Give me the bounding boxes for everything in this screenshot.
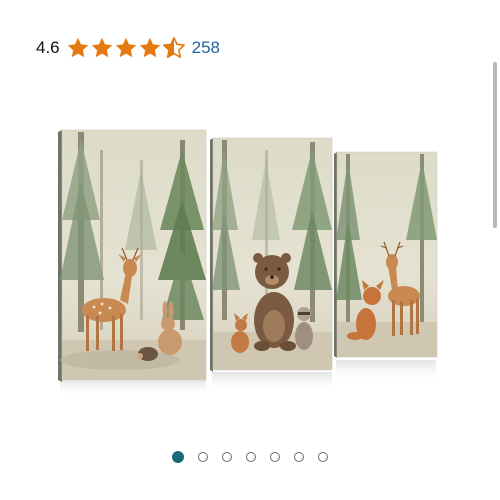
star-full-icon	[115, 37, 136, 58]
star-full-icon	[67, 37, 88, 58]
canvas-panel-left	[58, 129, 207, 382]
image-carousel-indicators	[0, 449, 500, 465]
carousel-dot-1[interactable]	[172, 451, 184, 463]
rating-row[interactable]: 4.6 258	[36, 34, 220, 62]
canvas-panel-center	[210, 137, 333, 372]
review-count-link[interactable]: 258	[192, 38, 220, 58]
star-full-icon	[139, 37, 160, 58]
carousel-dot-4[interactable]	[246, 452, 256, 462]
canvas-panel-right	[334, 151, 438, 358]
carousel-dot-7[interactable]	[318, 452, 328, 462]
product-image[interactable]	[0, 110, 500, 410]
carousel-dot-6[interactable]	[294, 452, 304, 462]
carousel-dot-2[interactable]	[198, 452, 208, 462]
rating-value: 4.6	[36, 38, 60, 57]
carousel-dot-3[interactable]	[222, 452, 232, 462]
star-rating	[66, 36, 186, 60]
star-half-icon	[162, 37, 185, 58]
carousel-dot-5[interactable]	[270, 452, 280, 462]
star-full-icon	[91, 37, 112, 58]
